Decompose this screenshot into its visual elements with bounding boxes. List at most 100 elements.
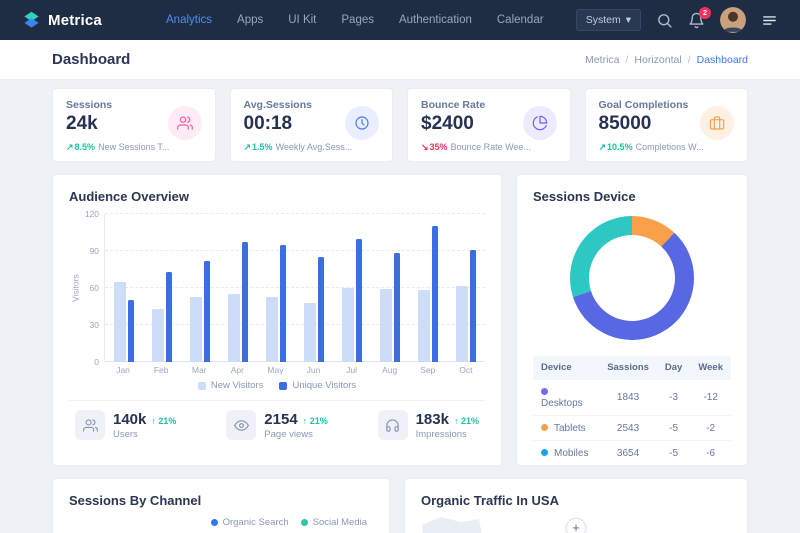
trend-up-icon: ↗: [244, 142, 252, 152]
audience-overview-title: Audience Overview: [69, 189, 485, 204]
breadcrumb-horizontal[interactable]: Horizontal: [620, 54, 682, 66]
bar-mar-new: [190, 297, 202, 362]
stat-value: 140k: [113, 411, 146, 428]
delta-desc: Weekly Avg.Sess...: [276, 142, 353, 152]
y-axis-label: Visitors: [69, 214, 82, 362]
bell-icon[interactable]: 2: [688, 12, 705, 29]
bar-group-feb: [143, 214, 181, 362]
stat-card-bounce-rate: Bounce Rate $2400 ↘35%Bounce Rate Wee...: [407, 88, 571, 162]
y-tick-label: 0: [94, 357, 99, 367]
stat-card-goal-completions: Goal Completions 85000 ↗10.5%Completions…: [585, 88, 749, 162]
system-select-label: System: [586, 14, 621, 26]
nav-item-apps[interactable]: Apps: [237, 14, 263, 26]
x-tick-label: Jul: [333, 365, 371, 375]
device-table-header: Device Sassions Day Week: [533, 356, 731, 380]
bar-jan-new: [114, 282, 126, 362]
bar-sep-new: [418, 290, 430, 362]
device-donut: [570, 216, 694, 340]
stat-card-sessions: Sessions 24k ↗8.5%New Sessions T...: [52, 88, 216, 162]
device-day: -3: [657, 380, 690, 416]
device-day: -5: [657, 441, 690, 466]
legend-item-social-media[interactable]: Social Media: [301, 517, 367, 528]
breadcrumb-metrica[interactable]: Metrica: [585, 54, 619, 66]
stat-delta: 21%: [461, 416, 479, 426]
stat-label: Page views: [264, 429, 327, 440]
users-icon: [75, 410, 105, 440]
stat-value: 183k: [416, 411, 449, 428]
chart-legend: New Visitors Unique Visitors: [69, 380, 485, 391]
bar-plot: [104, 214, 485, 362]
legend-label: New Visitors: [211, 380, 264, 391]
notification-badge: 2: [699, 7, 711, 19]
table-row-desktops: Desktops 1843 -3 -12: [533, 380, 731, 416]
stat-delta: ↗10.5%Completions W...: [599, 142, 735, 153]
bottom-row: Sessions By Channel Organic Search Socia…: [52, 478, 748, 533]
main-row: Audience Overview Visitors 0306090120 Ja…: [52, 174, 748, 466]
search-icon[interactable]: [656, 12, 673, 29]
nav-item-calendar[interactable]: Calendar: [497, 14, 544, 26]
organic-traffic-usa-title: Organic Traffic In USA: [421, 493, 731, 508]
delta-desc: Bounce Rate Wee...: [451, 142, 531, 152]
headphones-icon: [378, 410, 408, 440]
legend-label: Organic Search: [223, 517, 289, 528]
briefcase-icon: [700, 106, 734, 140]
bar-group-mar: [181, 214, 219, 362]
delta-desc: Completions W...: [636, 142, 704, 152]
page-header: Dashboard Metrica Horizontal Dashboard: [0, 40, 800, 80]
map-zoom-in-button[interactable]: +: [566, 518, 586, 533]
bar-feb-unique: [166, 272, 172, 362]
eye-icon: [226, 410, 256, 440]
clock-icon: [345, 106, 379, 140]
bar-group-jul: [333, 214, 371, 362]
nav-item-pages[interactable]: Pages: [341, 14, 374, 26]
bar-group-jun: [295, 214, 333, 362]
delta-percent: 10.5%: [607, 142, 633, 152]
breadcrumb: Metrica Horizontal Dashboard: [585, 54, 748, 66]
col-day: Day: [657, 356, 690, 380]
bar-jan-unique: [128, 300, 134, 362]
bar-jul-new: [342, 288, 354, 362]
x-tick-label: Feb: [142, 365, 180, 375]
nav-item-analytics[interactable]: Analytics: [166, 14, 212, 26]
bar-sep-unique: [432, 226, 438, 362]
system-select[interactable]: System ▾: [576, 9, 641, 31]
brand-name: Metrica: [48, 12, 102, 29]
sessions-device-title: Sessions Device: [533, 189, 731, 204]
device-name: Desktops: [541, 398, 583, 409]
device-week: -6: [690, 441, 731, 466]
bar-group-sep: [409, 214, 447, 362]
legend-item-new-visitors[interactable]: New Visitors: [198, 380, 264, 391]
bar-apr-unique: [242, 242, 248, 362]
bar-group-apr: [219, 214, 257, 362]
arrow-up-icon: ↑: [303, 416, 308, 426]
legend-label: Social Media: [313, 517, 367, 528]
x-tick-label: Apr: [218, 365, 256, 375]
brand[interactable]: Metrica: [22, 11, 140, 30]
mobiles-dot-icon: [541, 449, 548, 456]
sessions-by-channel-title: Sessions By Channel: [69, 493, 373, 508]
x-tick-label: Aug: [371, 365, 409, 375]
legend-item-unique-visitors[interactable]: Unique Visitors: [279, 380, 356, 391]
trend-up-icon: ↗: [599, 142, 607, 152]
stat-delta: ↘35%Bounce Rate Wee...: [421, 142, 557, 153]
brand-logo-icon: [22, 11, 41, 30]
arrow-up-icon: ↑: [151, 416, 156, 426]
legend-item-organic-search[interactable]: Organic Search: [211, 517, 289, 528]
device-sassions: 2543: [599, 416, 657, 441]
bar-apr-new: [228, 294, 240, 362]
trend-up-icon: ↗: [66, 142, 74, 152]
legend-label: Unique Visitors: [292, 380, 356, 391]
audience-stat-page-views: 2154 ↑ 21% Page views: [226, 410, 327, 440]
bar-oct-new: [456, 286, 468, 362]
organic-traffic-usa-card: Organic Traffic In USA +: [404, 478, 748, 533]
nav-item-ui-kit[interactable]: UI Kit: [288, 14, 316, 26]
avatar[interactable]: [720, 7, 746, 33]
bar-aug-new: [380, 289, 392, 362]
device-week: -2: [690, 416, 731, 441]
nav-item-authentication[interactable]: Authentication: [399, 14, 472, 26]
hamburger-menu-icon[interactable]: [761, 12, 778, 29]
desktops-dot-icon: [541, 388, 548, 395]
stat-delta: 21%: [158, 416, 176, 426]
bar-group-aug: [371, 214, 409, 362]
trend-down-icon: ↘: [421, 142, 429, 152]
